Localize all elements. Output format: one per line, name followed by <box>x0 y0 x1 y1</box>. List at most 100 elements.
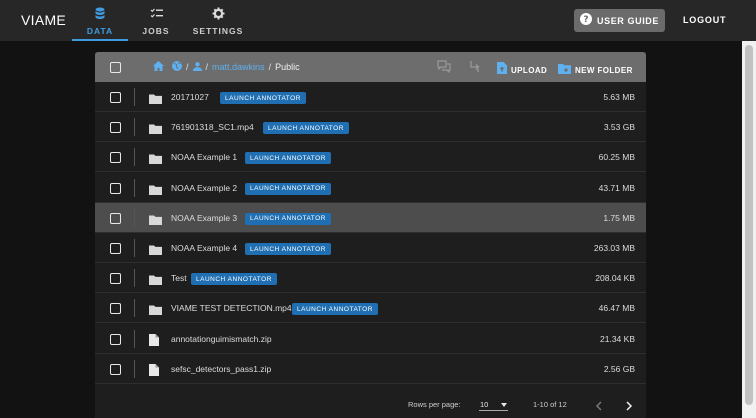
user-guide-label: USER GUIDE <box>597 15 660 26</box>
row-divider <box>134 118 135 137</box>
rows-per-page-select[interactable]: 10 <box>479 398 508 411</box>
folder-icon <box>149 272 162 290</box>
tab-data[interactable]: DATA <box>72 0 128 41</box>
table-row[interactable]: 761901318_SC1.mp4 LAUNCH ANNOTATOR 3.53 GB <box>95 112 646 143</box>
row-name[interactable]: NOAA Example 1 <box>171 152 237 162</box>
rows-per-page-value: 10 <box>480 400 489 409</box>
row-name[interactable]: 761901318_SC1.mp4 <box>171 122 254 132</box>
chevron-right-icon[interactable] <box>625 398 633 416</box>
row-name[interactable]: sefsc_detectors_pass1.zip <box>171 364 271 374</box>
row-checkbox[interactable] <box>110 92 121 103</box>
chevron-down-icon <box>501 403 507 407</box>
row-divider <box>134 299 135 318</box>
row-name[interactable]: VIAME TEST DETECTION.mp4 <box>171 303 292 313</box>
tab-jobs-label: JOBS <box>142 26 170 36</box>
row-name[interactable]: NOAA Example 2 <box>171 183 237 193</box>
folder-plus-icon <box>558 61 571 79</box>
upload-label: UPLOAD <box>511 65 548 75</box>
row-size: 5.63 MB <box>603 92 635 102</box>
file-icon <box>149 333 159 351</box>
row-size: 3.53 GB <box>603 122 635 133</box>
breadcrumb-separator: / <box>268 62 272 72</box>
folder-icon <box>149 242 162 260</box>
table-row[interactable]: Test LAUNCH ANNOTATOR 208.04 KB <box>95 263 646 294</box>
row-checkbox[interactable] <box>110 122 121 134</box>
new-folder-button[interactable]: NEW FOLDER <box>558 61 633 79</box>
row-checkbox[interactable] <box>110 182 121 194</box>
gear-icon <box>212 6 225 20</box>
table-row[interactable]: VIAME TEST DETECTION.mp4 LAUNCH ANNOTATOR… <box>95 293 646 324</box>
table-row[interactable]: NOAA Example 4 LAUNCH ANNOTATOR 263.03 MB <box>95 233 646 263</box>
row-size: 21.34 KB <box>600 333 635 344</box>
chevron-left-icon[interactable] <box>595 398 603 416</box>
launch-annotator-button[interactable]: LAUNCH ANNOTATOR <box>245 212 331 225</box>
table-row[interactable]: NOAA Example 3 LAUNCH ANNOTATOR 1.75 MB <box>95 202 646 233</box>
table-row[interactable]: 20171027 LAUNCH ANNOTATOR 5.63 MB <box>95 82 646 112</box>
breadcrumb-separator: / <box>186 62 189 72</box>
row-name[interactable]: NOAA Example 4 <box>171 243 237 253</box>
folder-icon <box>149 302 162 320</box>
row-name[interactable]: Test <box>171 273 187 283</box>
row-checkbox[interactable] <box>110 363 121 375</box>
home-icon[interactable] <box>153 61 164 73</box>
jobs-list-icon <box>150 6 163 20</box>
row-checkbox[interactable] <box>110 243 121 254</box>
launch-annotator-button[interactable]: LAUNCH ANNOTATOR <box>245 152 331 165</box>
launch-annotator-button[interactable]: LAUNCH ANNOTATOR <box>292 303 378 316</box>
folder-icon <box>149 151 162 169</box>
row-size: 2.56 GB <box>603 363 635 374</box>
tab-settings[interactable]: SETTINGS <box>190 0 246 41</box>
row-checkbox[interactable] <box>110 212 121 224</box>
row-name[interactable]: annotationguimismatch.zip <box>171 334 272 344</box>
move-icon[interactable] <box>469 60 481 78</box>
row-name[interactable]: 20171027 <box>171 92 209 102</box>
row-divider <box>134 148 135 167</box>
upload-file-icon <box>497 61 507 79</box>
user-icon[interactable] <box>192 61 202 73</box>
table-row[interactable]: NOAA Example 1 LAUNCH ANNOTATOR 60.25 MB <box>95 142 646 173</box>
launch-annotator-button[interactable]: LAUNCH ANNOTATOR <box>220 92 306 104</box>
table-row[interactable]: NOAA Example 2 LAUNCH ANNOTATOR 43.71 MB <box>95 173 646 203</box>
folder-icon <box>149 212 162 230</box>
app-title: VIAME <box>21 12 67 28</box>
row-name[interactable]: NOAA Example 3 <box>171 213 237 223</box>
table-row[interactable]: annotationguimismatch.zip 21.34 KB <box>95 324 646 354</box>
row-size: 43.71 MB <box>598 182 635 193</box>
launch-annotator-button[interactable]: LAUNCH ANNOTATOR <box>245 243 331 255</box>
breadcrumb-user[interactable]: matt.dawkins <box>212 62 265 72</box>
help-circle-icon: ? <box>580 12 592 30</box>
row-divider <box>134 359 135 378</box>
page-scrollbar-thumb[interactable] <box>745 45 753 405</box>
logout-button[interactable]: LOGOUT <box>683 15 726 25</box>
breadcrumb-separator: / <box>205 62 209 72</box>
launch-annotator-button[interactable]: LAUNCH ANNOTATOR <box>245 182 331 195</box>
launch-annotator-button[interactable]: LAUNCH ANNOTATOR <box>263 122 349 135</box>
breadcrumb-current: Public <box>275 62 300 72</box>
app-bar: VIAME DATA JOBS SETTINGS ? USER GUIDE LO… <box>0 0 756 41</box>
row-checkbox[interactable] <box>110 303 121 315</box>
breadcrumb: / / / matt.dawkins / Public <box>153 61 300 73</box>
pagination: Rows per page: 10 1-10 of 12 <box>95 389 646 418</box>
user-guide-button[interactable]: ? USER GUIDE <box>574 9 665 32</box>
row-size: 1.75 MB <box>603 212 635 223</box>
row-size: 60.25 MB <box>598 152 635 163</box>
file-icon <box>149 363 159 381</box>
launch-annotator-button[interactable]: LAUNCH ANNOTATOR <box>191 273 277 286</box>
database-icon <box>95 6 105 20</box>
row-size: 46.47 MB <box>598 303 635 314</box>
tab-settings-label: SETTINGS <box>192 26 244 36</box>
row-checkbox[interactable] <box>110 152 121 164</box>
tab-jobs[interactable]: JOBS <box>134 0 178 41</box>
browser-toolbar: / / / matt.dawkins / Public UPLOAD <box>95 52 646 82</box>
select-all-checkbox[interactable] <box>110 62 121 73</box>
row-size: 263.03 MB <box>593 243 635 253</box>
globe-icon[interactable] <box>172 61 182 73</box>
row-checkbox[interactable] <box>110 333 121 345</box>
row-checkbox[interactable] <box>110 273 121 285</box>
table-row[interactable]: sefsc_detectors_pass1.zip 2.56 GB <box>95 354 646 384</box>
rows-per-page-label: Rows per page: <box>408 400 461 409</box>
row-divider <box>134 239 135 257</box>
upload-button[interactable]: UPLOAD <box>497 61 547 79</box>
row-divider <box>134 88 135 106</box>
chat-bubbles-icon[interactable] <box>437 60 451 78</box>
